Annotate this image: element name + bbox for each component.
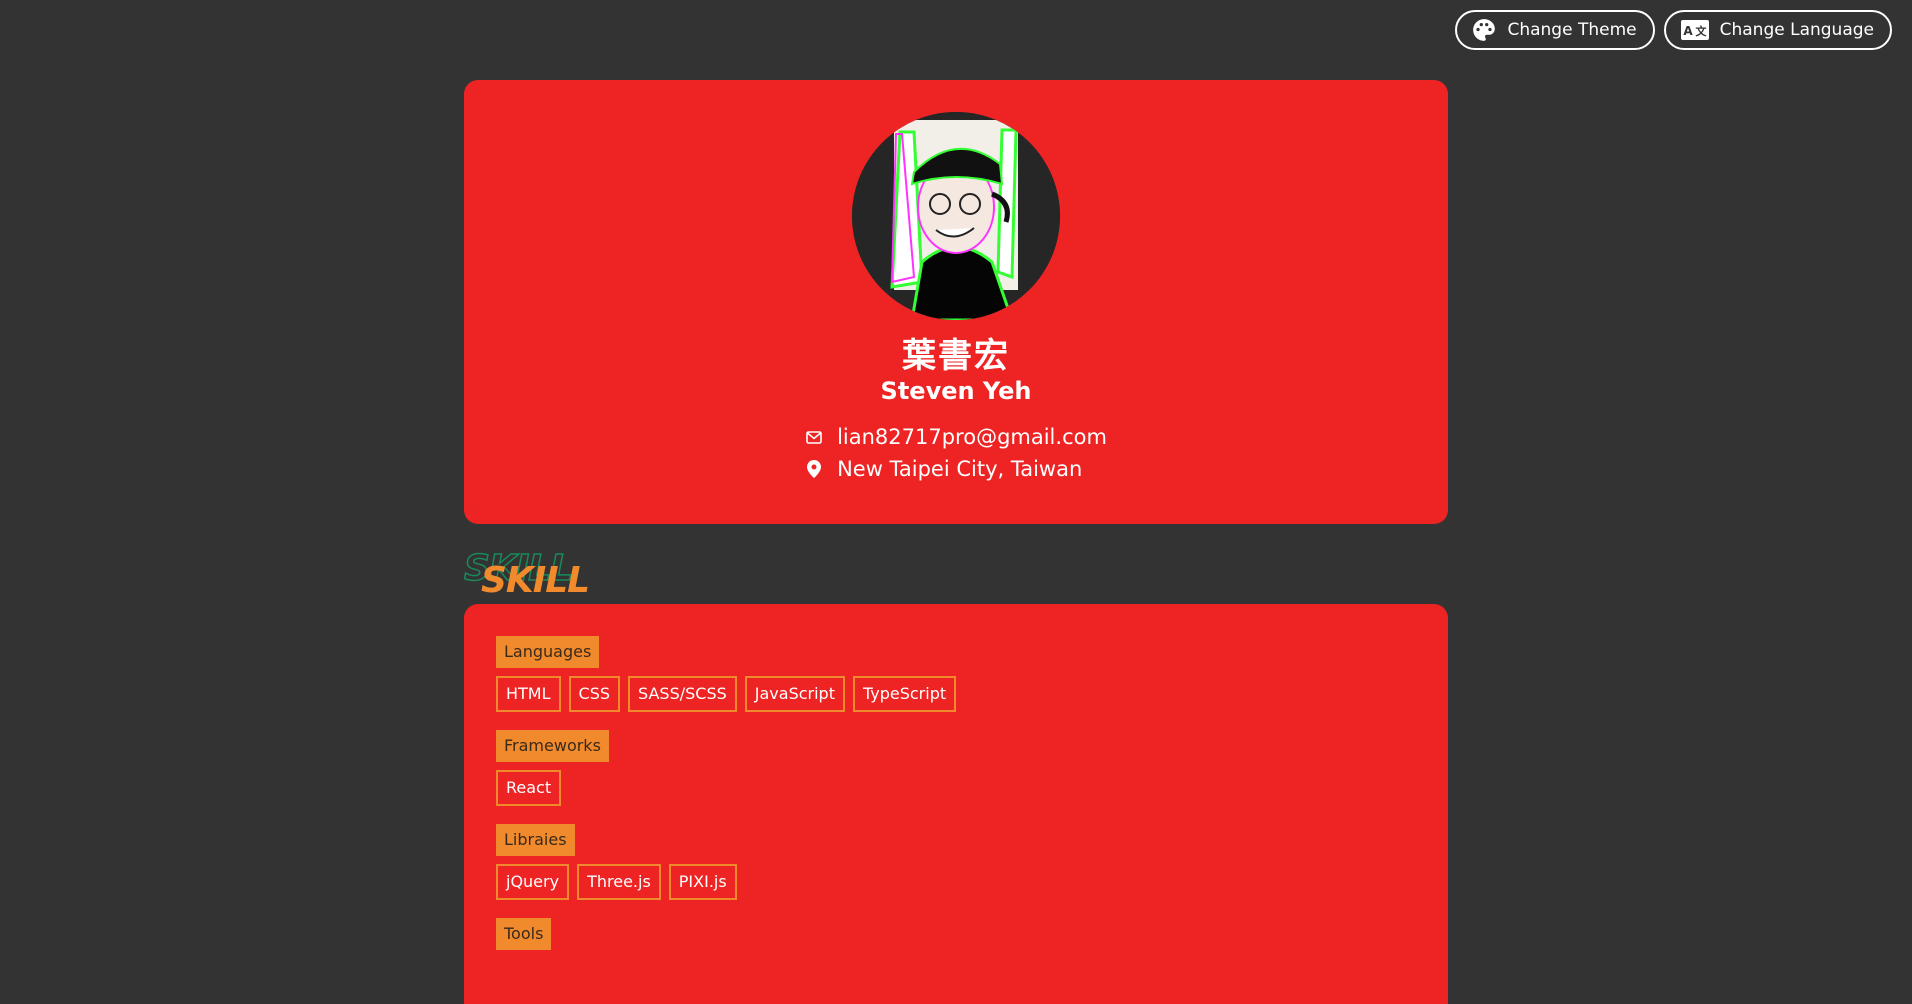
- profile-card: 葉書宏 Steven Yeh lian82717pro@gmail.com Ne…: [464, 80, 1448, 524]
- skill-group-languages: Languages HTML CSS SASS/SCSS JavaScript …: [496, 636, 1416, 712]
- palette-icon: [1471, 17, 1497, 43]
- envelope-icon: [805, 430, 823, 444]
- skill-group-libraries: Libraies jQuery Three.js PIXI.js: [496, 824, 1416, 900]
- group-label: Tools: [496, 918, 552, 950]
- email-row: lian82717pro@gmail.com: [805, 424, 1107, 450]
- tag-list: React: [496, 770, 1416, 806]
- email-text[interactable]: lian82717pro@gmail.com: [837, 424, 1107, 450]
- skill-section-title: SKILL SKILL: [463, 547, 664, 602]
- skill-tag: TypeScript: [852, 676, 957, 712]
- svg-text:A: A: [1683, 24, 1693, 38]
- avatar: [852, 112, 1060, 320]
- skill-group-frameworks: Frameworks React: [496, 730, 1416, 806]
- change-language-button[interactable]: A 文 Change Language: [1663, 10, 1892, 50]
- skill-group-tools: Tools: [496, 918, 1416, 950]
- skill-tag: HTML: [496, 676, 561, 712]
- location-row: New Taipei City, Taiwan: [805, 456, 1107, 482]
- skill-tag: PIXI.js: [668, 864, 737, 900]
- change-language-label: Change Language: [1719, 20, 1874, 40]
- group-label: Libraies: [496, 824, 575, 856]
- name-english: Steven Yeh: [880, 377, 1032, 405]
- group-label: Languages: [496, 636, 600, 668]
- skill-tag: CSS: [568, 676, 621, 712]
- change-theme-button[interactable]: Change Theme: [1455, 10, 1655, 50]
- skill-tag: Three.js: [577, 864, 661, 900]
- map-pin-icon: [805, 460, 823, 478]
- skill-tag: SASS/SCSS: [628, 676, 737, 712]
- contact-info: lian82717pro@gmail.com New Taipei City, …: [805, 424, 1107, 482]
- location-text: New Taipei City, Taiwan: [837, 457, 1083, 481]
- skill-title: SKILL: [481, 560, 590, 601]
- skill-tag: JavaScript: [744, 676, 845, 712]
- name-chinese: 葉書宏: [902, 336, 1010, 376]
- change-theme-label: Change Theme: [1507, 20, 1637, 40]
- translate-icon: A 文: [1680, 19, 1710, 41]
- skill-tag: React: [496, 770, 562, 806]
- top-toolbar: Change Theme A 文 Change Language: [1455, 10, 1892, 50]
- tag-list: HTML CSS SASS/SCSS JavaScript TypeScript: [496, 676, 1416, 712]
- svg-text:文: 文: [1695, 24, 1707, 38]
- tag-list: jQuery Three.js PIXI.js: [496, 864, 1416, 900]
- skill-tag: jQuery: [496, 864, 570, 900]
- group-label: Frameworks: [496, 730, 609, 762]
- skill-card: Languages HTML CSS SASS/SCSS JavaScript …: [464, 604, 1448, 1004]
